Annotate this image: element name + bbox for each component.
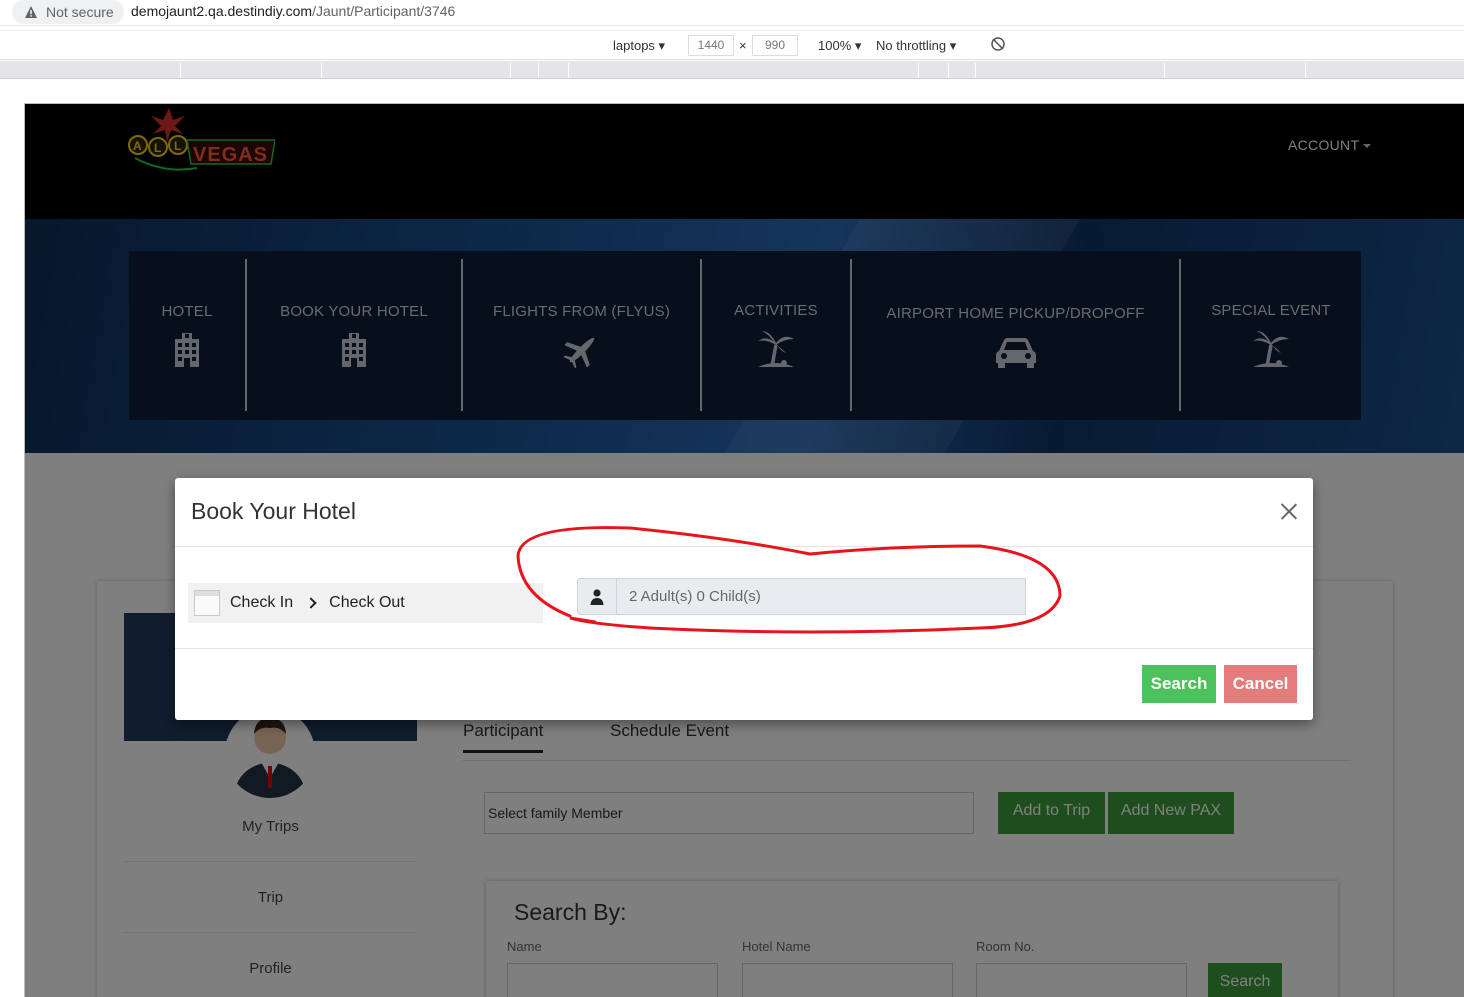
warning-icon: [24, 5, 38, 19]
date-range-picker[interactable]: Check In Check Out: [188, 583, 543, 623]
times-sign: ×: [739, 38, 747, 53]
zoom-select[interactable]: 100% ▾: [818, 38, 861, 54]
search-button[interactable]: Search: [1142, 665, 1216, 703]
width-input[interactable]: 1440: [688, 35, 734, 56]
guest-count-input[interactable]: [616, 578, 1026, 615]
rotate-icon[interactable]: [990, 36, 1006, 55]
device-label: laptops: [613, 38, 655, 53]
throttling-select[interactable]: No throttling ▾: [876, 38, 956, 54]
close-icon[interactable]: [1280, 502, 1298, 520]
cancel-button[interactable]: Cancel: [1224, 665, 1297, 703]
modal-divider: [175, 648, 1313, 649]
security-label: Not secure: [46, 4, 114, 20]
check-in-label: Check In: [230, 594, 294, 611]
url-path: /Jaunt/Participant/3746: [312, 3, 456, 19]
url-host: demojaunt2.qa.destindiy.com: [131, 3, 313, 19]
zoom-label: 100%: [818, 38, 852, 53]
browser-address-bar: Not secure demojaunt2.qa.destindiy.com/J…: [0, 0, 1464, 26]
security-chip[interactable]: Not secure: [12, 0, 124, 24]
device-select[interactable]: laptops ▾: [613, 38, 665, 54]
modal-divider: [175, 546, 1313, 547]
media-query-ruler: [0, 61, 1464, 79]
user-icon: [577, 578, 617, 615]
chevron-right-icon: [305, 597, 317, 609]
check-out-label: Check Out: [329, 594, 405, 611]
height-input[interactable]: 990: [752, 35, 798, 56]
book-hotel-modal: Book Your Hotel Check In Check Out Searc…: [175, 478, 1313, 720]
url-field[interactable]: demojaunt2.qa.destindiy.com/Jaunt/Partic…: [131, 3, 455, 19]
modal-title: Book Your Hotel: [191, 498, 356, 524]
calendar-icon: [194, 590, 220, 616]
throttling-label: No throttling: [876, 38, 947, 53]
device-toolbar: laptops ▾ 1440 × 990 100% ▾ No throttlin…: [0, 30, 1464, 60]
